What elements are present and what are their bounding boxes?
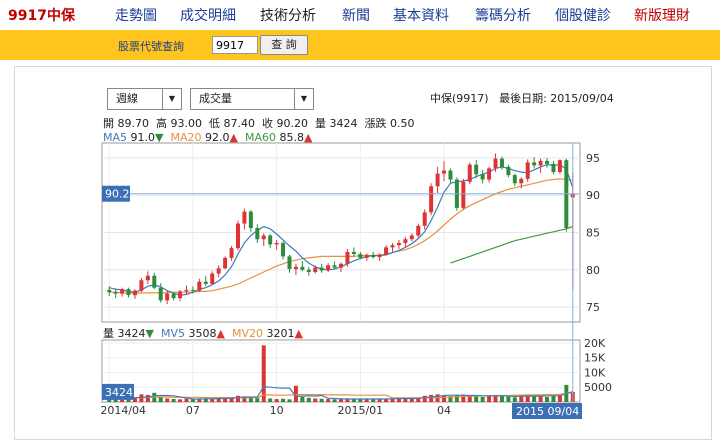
volume-label: 量 [315, 117, 326, 130]
arrow-up-icon: ▲ [294, 327, 303, 340]
ma20-label: MA20 [170, 131, 202, 144]
ohlc-row: 開 89.70 高 93.00 低 87.40 收 90.20 量 3424 漲… [103, 115, 415, 131]
mv20-label: MV20 [231, 327, 263, 340]
ma5-label: MA5 [103, 131, 128, 144]
indicator-select-value: 成交量 [199, 92, 232, 105]
arrow-up-icon: ▲ [303, 131, 313, 144]
last-date: 2015/09/04 [550, 92, 614, 105]
arrow-up-icon: ▲ [229, 131, 238, 144]
nav-trend[interactable]: 走勢圖 [115, 5, 157, 25]
arrow-down-icon: ▼ [145, 327, 154, 340]
arrow-down-icon: ▼ [155, 131, 164, 144]
search-label: 股票代號查詢 [118, 40, 184, 53]
mv20-value: 3201 [266, 327, 295, 340]
nav-health[interactable]: 個股健診 [555, 5, 611, 25]
volume-legend: 量 3424▼ MV5 3508▲ MV20 3201▲ [103, 325, 303, 341]
nav-news[interactable]: 新聞 [342, 5, 370, 25]
high-value: 93.00 [170, 117, 203, 130]
nav-wealth[interactable]: 新版理財 [634, 5, 690, 25]
change-label: 漲跌 [364, 117, 387, 130]
ma20-value: 92.0 [205, 131, 230, 144]
indicator-select[interactable]: 成交量 ▼ [190, 88, 314, 110]
mv5-value: 3508 [188, 327, 217, 340]
vol-value: 3424 [117, 327, 146, 340]
volume-value: 3424 [329, 117, 358, 130]
mv5-label: MV5 [160, 327, 185, 340]
vol-label: 量 [103, 327, 114, 340]
period-select-value: 週線 [116, 92, 138, 105]
last-date-label: 最後日期: [499, 92, 547, 105]
period-select[interactable]: 週線 ▼ [107, 88, 182, 110]
close-label: 收 [262, 117, 273, 130]
ma5-value: 91.0 [130, 131, 156, 144]
close-value: 90.20 [276, 117, 309, 130]
arrow-up-icon: ▲ [216, 327, 225, 340]
nav-trades[interactable]: 成交明細 [180, 5, 236, 25]
stock-name: 中保(9917) [430, 92, 489, 105]
search-button[interactable]: 查 詢 [260, 35, 308, 55]
ma60-label: MA60 [244, 131, 276, 144]
chevron-down-icon: ▼ [162, 89, 181, 109]
nav-chips[interactable]: 籌碼分析 [475, 5, 531, 25]
high-label: 高 [156, 117, 167, 130]
chevron-down-icon: ▼ [294, 89, 313, 109]
change-value: 0.50 [390, 117, 415, 130]
open-value: 89.70 [117, 117, 150, 130]
search-bar: 股票代號查詢 查 詢 [0, 30, 720, 60]
stock-code-input[interactable] [212, 36, 258, 54]
top-nav: 9917中保 走勢圖 成交明細 技術分析 新聞 基本資料 籌碼分析 個股健診 新… [0, 0, 720, 30]
brand-title: 9917中保 [8, 8, 75, 24]
low-value: 87.40 [223, 117, 256, 130]
open-label: 開 [103, 117, 114, 130]
low-label: 低 [209, 117, 220, 130]
nav-profile[interactable]: 基本資料 [393, 5, 449, 25]
nav-technical[interactable]: 技術分析 [260, 5, 316, 25]
ma60-value: 85.8 [279, 131, 304, 144]
ma-legend: MA5 91.0▼ MA20 92.0▲ MA60 85.8▲ [103, 131, 312, 144]
stock-header: 中保(9917) 最後日期: 2015/09/04 [430, 90, 614, 106]
